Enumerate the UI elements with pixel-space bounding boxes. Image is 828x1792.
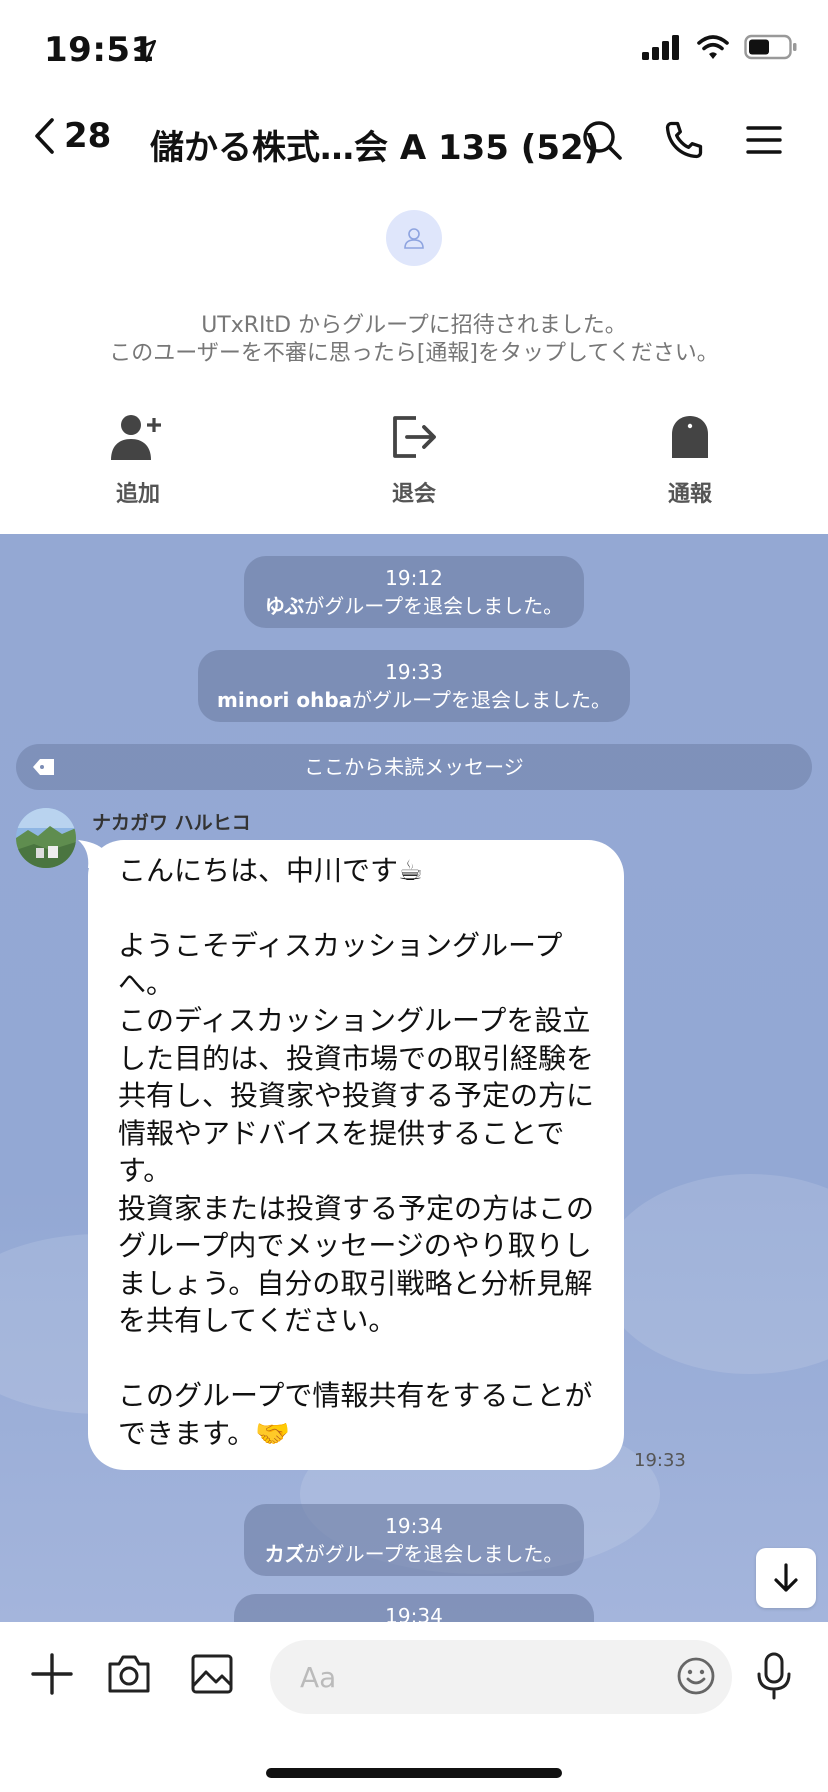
message-bubble[interactable]: こんにちは、中川です☕ ようこそディスカッショングループへ。 このディスカッショ… [88, 840, 624, 1470]
report-button[interactable]: 通報 [630, 412, 750, 508]
message-input-bar [0, 1622, 828, 1792]
unread-count: 28 [64, 116, 112, 156]
system-message-time: 19:34 [385, 1514, 443, 1538]
invite-notice-line1: UTxRItD からグループに招待されました。 [201, 313, 627, 338]
unread-divider-label: ここから未読メッセージ [304, 755, 524, 779]
sender-avatar-image [16, 808, 76, 868]
wifi-icon [697, 35, 729, 59]
invite-notice-text: UTxRItD からグループに招待されました。 このユーザーを不審に思ったら[通… [0, 312, 828, 368]
inviter-avatar [386, 210, 442, 266]
system-message-user: ゆぶ [264, 594, 305, 618]
add-friend-icon [111, 415, 161, 460]
chat-header: 28 儲かる株式…会 A 135 (52) [0, 100, 828, 182]
add-button[interactable]: 追加 [78, 412, 198, 508]
home-indicator [266, 1768, 562, 1778]
report-label: 通報 [667, 482, 712, 507]
system-message-body: がグループを退会しました。 [352, 688, 611, 712]
system-message-user: minori ohba [217, 688, 353, 712]
sender-avatar[interactable] [16, 808, 76, 868]
camera-icon[interactable] [106, 1652, 152, 1696]
menu-icon[interactable] [744, 118, 784, 162]
system-message: 19:34 [234, 1594, 594, 1622]
back-button[interactable]: 28 [32, 116, 111, 156]
battery-icon [744, 34, 797, 60]
message-input[interactable] [270, 1640, 732, 1714]
leave-button[interactable]: 退会 [354, 412, 474, 508]
system-message-text: ゆぶがグループを退会しました。 [262, 592, 566, 620]
add-label: 追加 [115, 482, 160, 507]
background-cloud [600, 1174, 828, 1374]
leave-icon [393, 416, 436, 458]
system-message-time: 19:33 [385, 660, 443, 684]
status-indicators [642, 34, 798, 60]
system-message-body: がグループを退会しました。 [304, 1542, 564, 1566]
system-message-body: がグループを退会しました。 [304, 594, 564, 618]
emoji-icon[interactable] [676, 1656, 716, 1696]
microphone-icon[interactable] [754, 1652, 794, 1700]
person-icon [404, 228, 424, 249]
message-time: 19:33 [634, 1450, 686, 1471]
chat-messages-area[interactable]: 19:12 ゆぶがグループを退会しました。 19:33 minori ohbaが… [0, 534, 828, 1622]
plus-icon[interactable] [30, 1652, 74, 1696]
image-icon[interactable] [190, 1652, 234, 1696]
search-icon[interactable] [580, 118, 624, 162]
system-message: 19:34 カズがグループを退会しました。 [244, 1504, 584, 1576]
chevron-left-icon [35, 118, 54, 154]
invite-notice-line2: このユーザーを不審に思ったら[通報]をタップしてください。 [109, 341, 719, 366]
sender-name: ナカガワ ハルヒコ [92, 812, 251, 834]
location-arrow-icon [133, 39, 157, 63]
system-message-user: カズ [264, 1542, 305, 1566]
system-message: 19:12 ゆぶがグループを退会しました。 [244, 556, 584, 628]
unread-divider: ここから未読メッセージ [16, 744, 812, 790]
cellular-signal-icon [642, 35, 679, 60]
system-message-time: 19:12 [385, 566, 443, 590]
report-icon [672, 416, 708, 458]
tag-icon [33, 759, 54, 775]
arrow-down-icon [774, 1563, 798, 1592]
phone-icon[interactable] [662, 118, 706, 162]
leave-label: 退会 [391, 482, 436, 507]
scroll-to-bottom-button[interactable] [756, 1548, 816, 1608]
system-message: 19:33 minori ohbaがグループを退会しました。 [198, 650, 630, 722]
chat-title[interactable]: 儲かる株式…会 A 135 (52) [150, 120, 599, 169]
system-message-time: 19:34 [385, 1604, 443, 1622]
invite-notice-panel: UTxRItD からグループに招待されました。 このユーザーを不審に思ったら[通… [0, 182, 828, 534]
system-message-text: カズがグループを退会しました。 [262, 1540, 566, 1568]
status-bar: 19:51 [0, 0, 828, 100]
system-message-text: minori ohbaがグループを退会しました。 [216, 686, 612, 714]
